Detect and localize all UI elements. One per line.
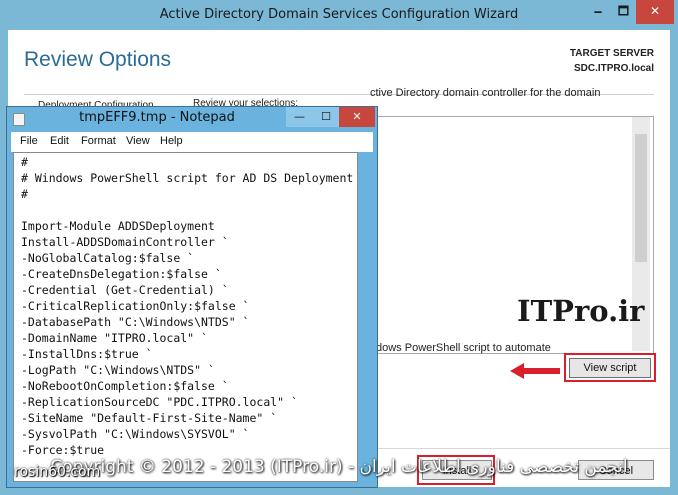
notepad-editor[interactable]: # # Windows PowerShell script for AD DS … [13,152,358,482]
notepad-minimize-button[interactable]: — [286,107,313,127]
script-line: -CriticalReplicationOnly:$false ` [21,299,250,313]
target-server-label: TARGET SERVER [569,48,654,59]
powershell-description: dows PowerShell script to automate [376,342,551,354]
wizard-minimize-button[interactable]: 🗕 [585,0,611,24]
menu-help[interactable]: Help [160,135,183,147]
script-line: Import-Module ADDSDeployment [21,219,215,233]
wizard-title: Active Directory Domain Services Configu… [159,7,519,22]
menu-format[interactable]: Format [81,135,116,147]
notepad-close-button[interactable]: ✕ [339,107,375,127]
review-text: ctive Directory domain controller for th… [370,87,601,99]
script-line: -DatabasePath "C:\Windows\NTDS" ` [21,315,250,329]
script-line: -NoRebootOnCompletion:$false ` [21,379,229,393]
wizard-close-button[interactable]: ✕ [636,0,674,24]
script-line: -Force:$true [21,443,105,457]
target-server-name: SDC.ITPRO.local [573,63,654,74]
view-script-button[interactable]: View script [569,358,651,378]
menu-view[interactable]: View [126,135,150,147]
notepad-window: tmpEFF9.tmp - Notepad — ☐ ✕ File Edit Fo… [6,106,378,488]
script-line: # [21,155,28,169]
copyright-overlay: Copyright © 2012 - 2013 (ITPro.ir) - انج… [50,457,628,477]
script-line: -DomainName "ITPRO.local" ` [21,331,208,345]
watermark-logo: ITPro.ir [517,294,645,328]
notepad-maximize-button[interactable]: ☐ [313,107,339,127]
site-tag-overlay: rosin60.com [14,464,101,480]
menu-file[interactable]: File [20,135,38,147]
red-arrow-icon [510,363,560,379]
notepad-menu-bar: File Edit Format View Help [11,132,373,152]
menu-edit[interactable]: Edit [50,135,69,147]
page-title: Review Options [24,48,172,71]
script-line: -NoGlobalCatalog:$false ` [21,251,195,265]
script-line: # Windows PowerShell script for AD DS De… [21,171,354,185]
script-line: -SysvolPath "C:\Windows\SYSVOL" ` [21,427,250,441]
script-line: -Credential (Get-Credential) ` [21,283,229,297]
wizard-maximize-button[interactable]: 🗖 [611,0,636,24]
script-line: -SiteName "Default-First-Site-Name" ` [21,411,278,425]
script-line: Install-ADDSDomainController ` [21,235,229,249]
script-line: -ReplicationSourceDC "PDC.ITPRO.local" ` [21,395,298,409]
script-line: -CreateDnsDelegation:$false ` [21,267,222,281]
review-scrollbar-thumb[interactable] [635,134,647,262]
notepad-title: tmpEFF9.tmp - Notepad [79,110,235,125]
script-line: -LogPath "C:\Windows\NTDS" ` [21,363,215,377]
script-line: # [21,187,28,201]
script-line: -InstallDns:$true ` [21,347,153,361]
